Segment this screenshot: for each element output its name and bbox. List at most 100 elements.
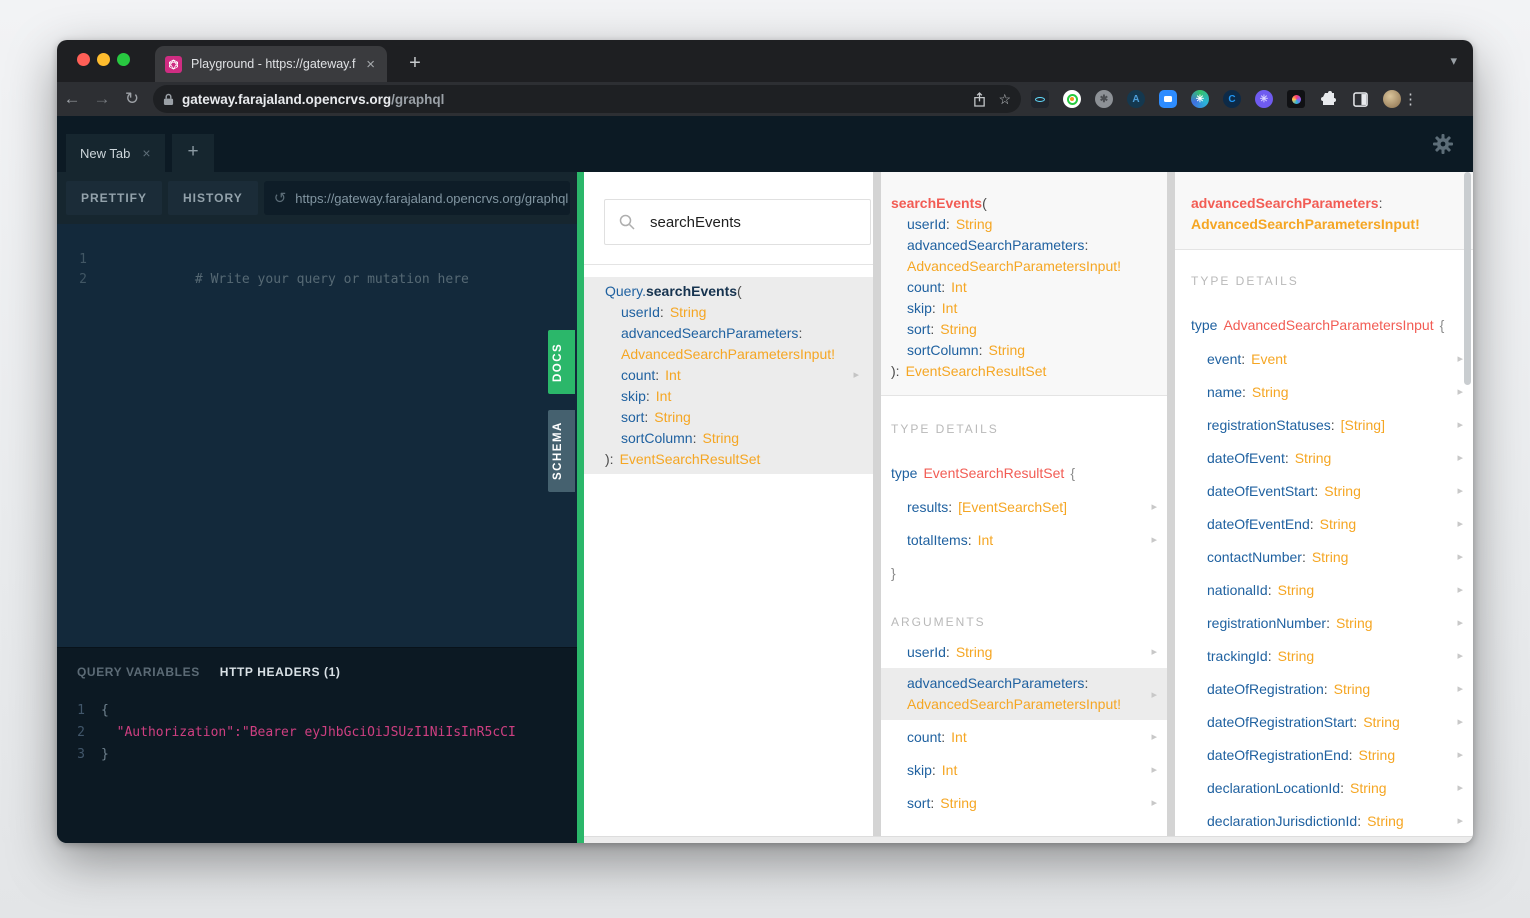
- side-panel-icon[interactable]: [1351, 90, 1369, 108]
- window-close-button[interactable]: [77, 53, 90, 66]
- tab-search-chevron-icon[interactable]: ▾: [1450, 53, 1457, 69]
- search-result-item[interactable]: Query.searchEvents( userId: String advanc…: [584, 277, 873, 474]
- expand-arrow-icon: ▸: [1457, 584, 1463, 596]
- docs-vertical-scrollbar[interactable]: [1464, 172, 1471, 385]
- extension-icon-gear[interactable]: ✱: [1095, 90, 1113, 108]
- doc-argument-row[interactable]: skip: Int ▸: [881, 753, 1167, 786]
- playground-header: New Tab × +: [57, 116, 1473, 172]
- docs-field-column: searchEvents( userId: String advancedSear…: [881, 172, 1167, 843]
- browser-tab-title: Playground - https://gateway.fa: [191, 57, 356, 71]
- doc-field-row[interactable]: trackingId: String ▸: [1175, 639, 1473, 672]
- doc-field-row[interactable]: dateOfRegistration: String ▸: [1175, 672, 1473, 705]
- doc-field-row[interactable]: contactNumber: String ▸: [1175, 540, 1473, 573]
- endpoint-reload-icon[interactable]: ↺: [274, 189, 287, 207]
- editor-toolbar: PRETTIFY HISTORY ↺ https://gateway.faraj…: [57, 172, 577, 224]
- query-editor[interactable]: 1 2 # Write your query or mutation here …: [57, 224, 577, 647]
- docs-column-resizer[interactable]: [873, 172, 881, 843]
- url-text: gateway.farajaland.opencrvs.org/graphql: [182, 92, 961, 107]
- extension-icon-green-rings[interactable]: [1063, 90, 1081, 108]
- doc-field-row[interactable]: dateOfRegistrationEnd: String ▸: [1175, 738, 1473, 771]
- doc-field-row[interactable]: name: String ▸: [1175, 375, 1473, 408]
- doc-field-row[interactable]: dateOfEvent: String ▸: [1175, 441, 1473, 474]
- extensions-row: ✱ A ✳ C ✳: [1031, 90, 1401, 108]
- expand-arrow-icon: ▸: [1457, 485, 1463, 497]
- extensions-puzzle-icon[interactable]: [1319, 90, 1337, 108]
- prettify-button[interactable]: PRETTIFY: [66, 181, 163, 215]
- browser-tab[interactable]: Playground - https://gateway.fa ×: [155, 46, 387, 82]
- endpoint-url-field[interactable]: ↺ https://gateway.farajaland.opencrvs.or…: [263, 181, 570, 215]
- extension-icon-asterisk-multicolor[interactable]: ✳: [1191, 90, 1209, 108]
- new-tab-button[interactable]: +: [401, 50, 429, 78]
- bookmark-star-icon[interactable]: ☆: [998, 91, 1011, 108]
- back-button[interactable]: ←: [57, 89, 87, 109]
- extension-icon-zoom-video[interactable]: [1159, 90, 1177, 108]
- extension-icon-letter-a[interactable]: A: [1127, 90, 1145, 108]
- query-variables-tab[interactable]: QUERY VARIABLES: [77, 665, 200, 679]
- doc-field-row[interactable]: dateOfEventEnd: String ▸: [1175, 507, 1473, 540]
- desktop-background: Playground - https://gateway.fa × + ▾ ← …: [0, 0, 1530, 918]
- reload-button[interactable]: ↻: [117, 89, 147, 109]
- settings-gear-icon[interactable]: [1431, 132, 1455, 156]
- schema-side-tab[interactable]: SCHEMA: [548, 410, 575, 492]
- playground-add-tab-button[interactable]: +: [172, 134, 214, 172]
- http-headers-tab[interactable]: HTTP HEADERS (1): [220, 665, 341, 679]
- editor-code[interactable]: # Write your query or mutation here: [101, 250, 469, 310]
- doc-field-row[interactable]: dateOfRegistrationStart: String ▸: [1175, 705, 1473, 738]
- browser-menu-kebab-icon[interactable]: ⋮: [1403, 90, 1418, 108]
- doc-field-row[interactable]: declarationLocationId: String ▸: [1175, 771, 1473, 804]
- expand-arrow-icon: ▸: [1457, 353, 1463, 365]
- address-bar[interactable]: gateway.farajaland.opencrvs.org/graphql …: [153, 85, 1021, 113]
- editor-pane: PRETTIFY HISTORY ↺ https://gateway.faraj…: [57, 172, 577, 843]
- expand-arrow-icon: ▸: [1151, 501, 1157, 513]
- doc-field-row[interactable]: dateOfEventStart: String ▸: [1175, 474, 1473, 507]
- extension-icon-star-dark[interactable]: [1287, 90, 1305, 108]
- playground-tab-newtab[interactable]: New Tab ×: [66, 134, 165, 172]
- doc-field-row[interactable]: registrationStatuses: [String] ▸: [1175, 408, 1473, 441]
- lock-icon: [163, 93, 174, 105]
- docs-search-area: searchEvents: [584, 172, 873, 265]
- expand-arrow-icon: ▸: [1457, 683, 1463, 695]
- docs-column-resizer[interactable]: [1167, 172, 1175, 843]
- doc-field-row[interactable]: nationalId: String ▸: [1175, 573, 1473, 606]
- docs-pane-resizer[interactable]: [577, 172, 584, 843]
- endpoint-url-text: https://gateway.farajaland.opencrvs.org/…: [295, 190, 569, 206]
- doc-argument-row-selected[interactable]: advancedSearchParameters: AdvancedSearch…: [881, 668, 1167, 720]
- expand-arrow-icon: ▸: [1457, 419, 1463, 431]
- doc-argument-row[interactable]: sort: String ▸: [881, 786, 1167, 819]
- expand-arrow-icon: ▸: [1151, 797, 1157, 809]
- expand-arrow-icon: ▸: [1457, 617, 1463, 629]
- forward-button[interactable]: →: [87, 89, 117, 109]
- arguments-list: userId: String ▸ advancedSearchParameters:…: [881, 635, 1167, 819]
- doc-field-row[interactable]: event: Event ▸: [1175, 342, 1473, 375]
- doc-field-row[interactable]: totalItems: Int ▸: [881, 523, 1167, 556]
- type-declaration: type AdvancedSearchParametersInput{: [1191, 317, 1445, 333]
- window-minimize-button[interactable]: [97, 53, 110, 66]
- share-icon[interactable]: [973, 91, 986, 107]
- history-button[interactable]: HISTORY: [168, 181, 258, 215]
- window-zoom-button[interactable]: [117, 53, 130, 66]
- expand-arrow-icon: ▸: [1457, 782, 1463, 794]
- docs-horizontal-scrollbar[interactable]: [584, 836, 1473, 843]
- tab-close-icon[interactable]: ×: [364, 56, 377, 73]
- playground-tab-close-icon[interactable]: ×: [142, 145, 150, 161]
- variables-tabs: QUERY VARIABLES HTTP HEADERS (1): [57, 648, 577, 679]
- profile-avatar[interactable]: [1383, 90, 1401, 108]
- editor-comment-line: # Write your query or mutation here: [194, 272, 469, 287]
- browser-window: Playground - https://gateway.fa × + ▾ ← …: [57, 40, 1473, 843]
- extension-icon-asterisk-purple[interactable]: ✳: [1255, 90, 1273, 108]
- doc-field-row[interactable]: declarationJurisdictionId: String ▸: [1175, 804, 1473, 837]
- variables-panel: QUERY VARIABLES HTTP HEADERS (1) 1 2 3 {…: [57, 647, 577, 843]
- http-headers-editor[interactable]: { "Authorization":"Bearer eyJhbGciOiJSUz…: [101, 700, 577, 766]
- expand-arrow-icon: ▸: [1151, 764, 1157, 776]
- playground-tab-label: New Tab: [80, 145, 131, 161]
- type-details-section-header: TYPE DETAILS: [1191, 274, 1299, 288]
- extension-icon-letter-c-blue[interactable]: C: [1223, 90, 1241, 108]
- doc-field-row[interactable]: results: [EventSearchSet] ▸: [881, 490, 1167, 523]
- doc-field-row[interactable]: registrationNumber: String ▸: [1175, 606, 1473, 639]
- doc-argument-row[interactable]: userId: String ▸: [881, 635, 1167, 668]
- docs-side-tab[interactable]: DOCS: [548, 330, 575, 394]
- expand-arrow-icon: ▸: [1457, 815, 1463, 827]
- doc-argument-row[interactable]: count: Int ▸: [881, 720, 1167, 753]
- docs-search-input[interactable]: searchEvents: [604, 199, 871, 245]
- extension-icon-react-devtools[interactable]: [1031, 90, 1049, 108]
